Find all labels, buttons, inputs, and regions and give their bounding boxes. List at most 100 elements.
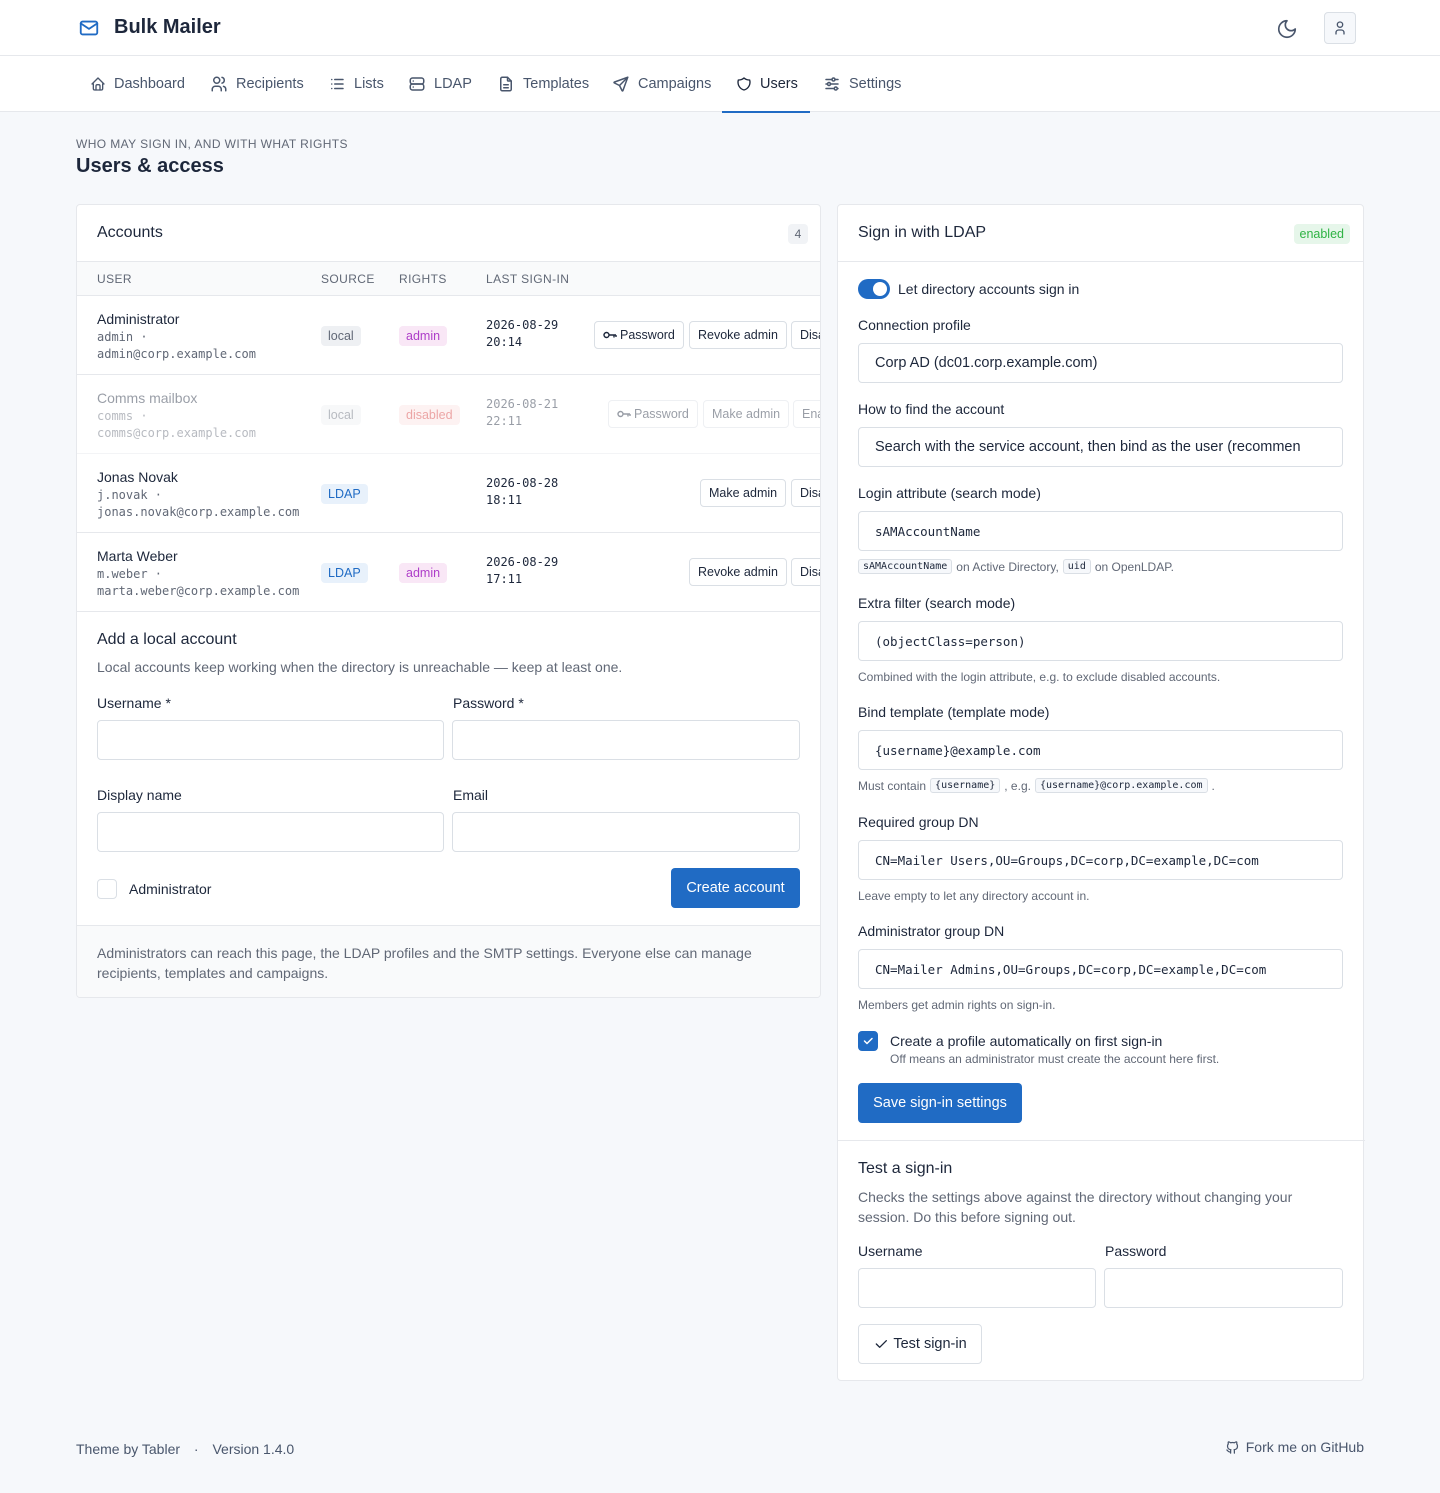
nav-templates[interactable]: Templates [497,56,589,112]
admin-group-value: CN=Mailer Admins,OU=Groups,DC=corp,DC=ex… [875,962,1267,977]
accounts-footer-text: Administrators can reach this page, the … [97,945,752,981]
profile-value: Corp AD (dc01.corp.example.com) [875,355,1098,371]
check-icon [873,1336,889,1352]
accounts-header: Accounts 4 [77,205,820,262]
user-name: Jonas Novak [97,469,178,485]
brand[interactable]: Bulk Mailer [78,16,221,39]
user-email: jonas.novak@corp.example.com [97,505,300,519]
group-value: CN=Mailer Users,OU=Groups,DC=corp,DC=exa… [875,853,1259,868]
save-signin-button[interactable]: Save sign-in settings [858,1083,1022,1123]
password-label: Password * [453,695,524,711]
auto-create-checkbox[interactable] [858,1031,878,1051]
profile-select[interactable]: Corp AD (dc01.corp.example.com) [858,343,1343,383]
admin-group-dn-input[interactable]: CN=Mailer Admins,OU=Groups,DC=corp,DC=ex… [858,949,1343,989]
password-input[interactable] [452,720,800,760]
page-title: Users & access [76,155,224,177]
find-mode-value: Search with the service account, then bi… [875,439,1300,455]
toggle-label: Let directory accounts sign in [898,281,1080,297]
email-input[interactable] [452,812,800,852]
user-meta: comms · comms@corp.example.com [97,408,317,442]
make-admin-button[interactable]: Make admin [700,479,787,507]
test-username-label: Username [858,1243,923,1259]
ldap-enable-toggle[interactable] [858,279,890,299]
nav-campaigns[interactable]: Campaigns [612,56,711,112]
accounts-count-badge: 4 [788,224,808,244]
footer-version: Version 1.4.0 [212,1441,295,1457]
signin-date: 2026-08-28 [486,476,559,490]
last-signin: 2026-08-28 18:11 [486,475,558,509]
login-attr-hint: sAMAccountName on Active Directory, uid … [858,559,1174,574]
bind-template-input[interactable]: {username}@example.com [858,730,1343,770]
hint-text: , e.g. [1004,778,1031,793]
nav-label: Dashboard [114,76,185,92]
nav-users[interactable]: Users [722,56,810,113]
disable-button[interactable]: Disable [791,558,820,586]
nav-lists[interactable]: Lists [328,56,384,112]
signin-date: 2026-08-29 [486,318,559,332]
nav-dashboard[interactable]: Dashboard [90,56,185,112]
moon-icon[interactable] [1276,18,1298,40]
footer-theme-link[interactable]: Theme by Tabler [76,1441,180,1457]
hint-code: uid [1062,559,1091,574]
nav-label: Templates [523,76,590,92]
auto-create-hint: Off means an administrator must create t… [890,1052,1220,1066]
username-input[interactable] [97,720,444,760]
find-mode-select[interactable]: Search with the service account, then bi… [858,427,1343,467]
test-title: Test a sign-in [858,1160,953,1177]
make-admin-button[interactable]: Make admin [703,400,790,428]
hint-code: {username} [930,778,1001,793]
button-label: Password [634,407,689,421]
add-local-title: Add a local account [97,631,237,648]
password-button[interactable]: Password [608,400,698,428]
col-user: User [97,272,132,286]
profile-label: Connection profile [858,317,971,333]
revoke-admin-button[interactable]: Revoke admin [689,558,787,586]
divider [838,1140,1365,1141]
key-icon [617,409,631,419]
user-login: j.novak · [97,488,163,502]
table-row: Jonas Novak j.novak · jonas.novak@corp.ex… [77,454,820,533]
user-email: marta.weber@corp.example.com [97,584,300,598]
user-login: m.weber · [97,567,163,581]
user-menu-button[interactable] [1324,12,1356,44]
source-badge: LDAP [321,563,368,583]
display-name-input[interactable] [97,812,444,852]
last-signin: 2026-08-29 17:11 [486,554,558,588]
rights-badge: disabled [399,405,460,425]
test-signin-button[interactable]: Test sign-in [858,1324,982,1364]
nav-label: Recipients [236,76,304,92]
app-name: Bulk Mailer [114,16,221,38]
server-icon [408,75,426,93]
disable-button[interactable]: Disable [791,321,820,349]
login-attr-input[interactable]: sAMAccountName [858,511,1343,551]
col-last-signin: Last sign-in [486,272,570,286]
group-hint: Leave empty to let any directory account… [858,889,1090,903]
accounts-footer: Administrators can reach this page, the … [77,925,820,997]
password-button[interactable]: Password [594,321,684,349]
user-name: Comms mailbox [97,390,198,406]
last-signin: 2026-08-21 22:11 [486,396,558,430]
github-link[interactable]: Fork me on GitHub [1225,1439,1364,1455]
revoke-admin-button[interactable]: Revoke admin [689,321,787,349]
user-meta: m.weber · marta.weber@corp.example.com [97,566,317,600]
group-dn-input[interactable]: CN=Mailer Users,OU=Groups,DC=corp,DC=exa… [858,840,1343,880]
home-icon [90,76,106,92]
nav-label: LDAP [434,76,472,92]
administrator-checkbox[interactable] [97,879,117,899]
nav-settings[interactable]: Settings [823,56,901,112]
accounts-table-header: User Source Rights Last sign-in [77,262,820,296]
username-label: Username * [97,695,171,711]
col-source: Source [321,272,375,286]
nav-recipients[interactable]: Recipients [210,56,304,112]
test-username-input[interactable] [858,1268,1096,1308]
test-password-input[interactable] [1104,1268,1343,1308]
filter-input[interactable]: (objectClass=person) [858,621,1343,661]
nav-ldap[interactable]: LDAP [408,56,472,112]
hint-text: . [1211,778,1215,793]
button-label: Test sign-in [893,1336,967,1352]
accounts-card: Accounts 4 User Source Rights Last sign-… [76,204,821,998]
disable-button[interactable]: Disable [791,479,820,507]
enable-button[interactable]: Enable [793,400,820,428]
filter-value: (objectClass=person) [875,634,1026,649]
create-account-button[interactable]: Create account [671,868,800,908]
